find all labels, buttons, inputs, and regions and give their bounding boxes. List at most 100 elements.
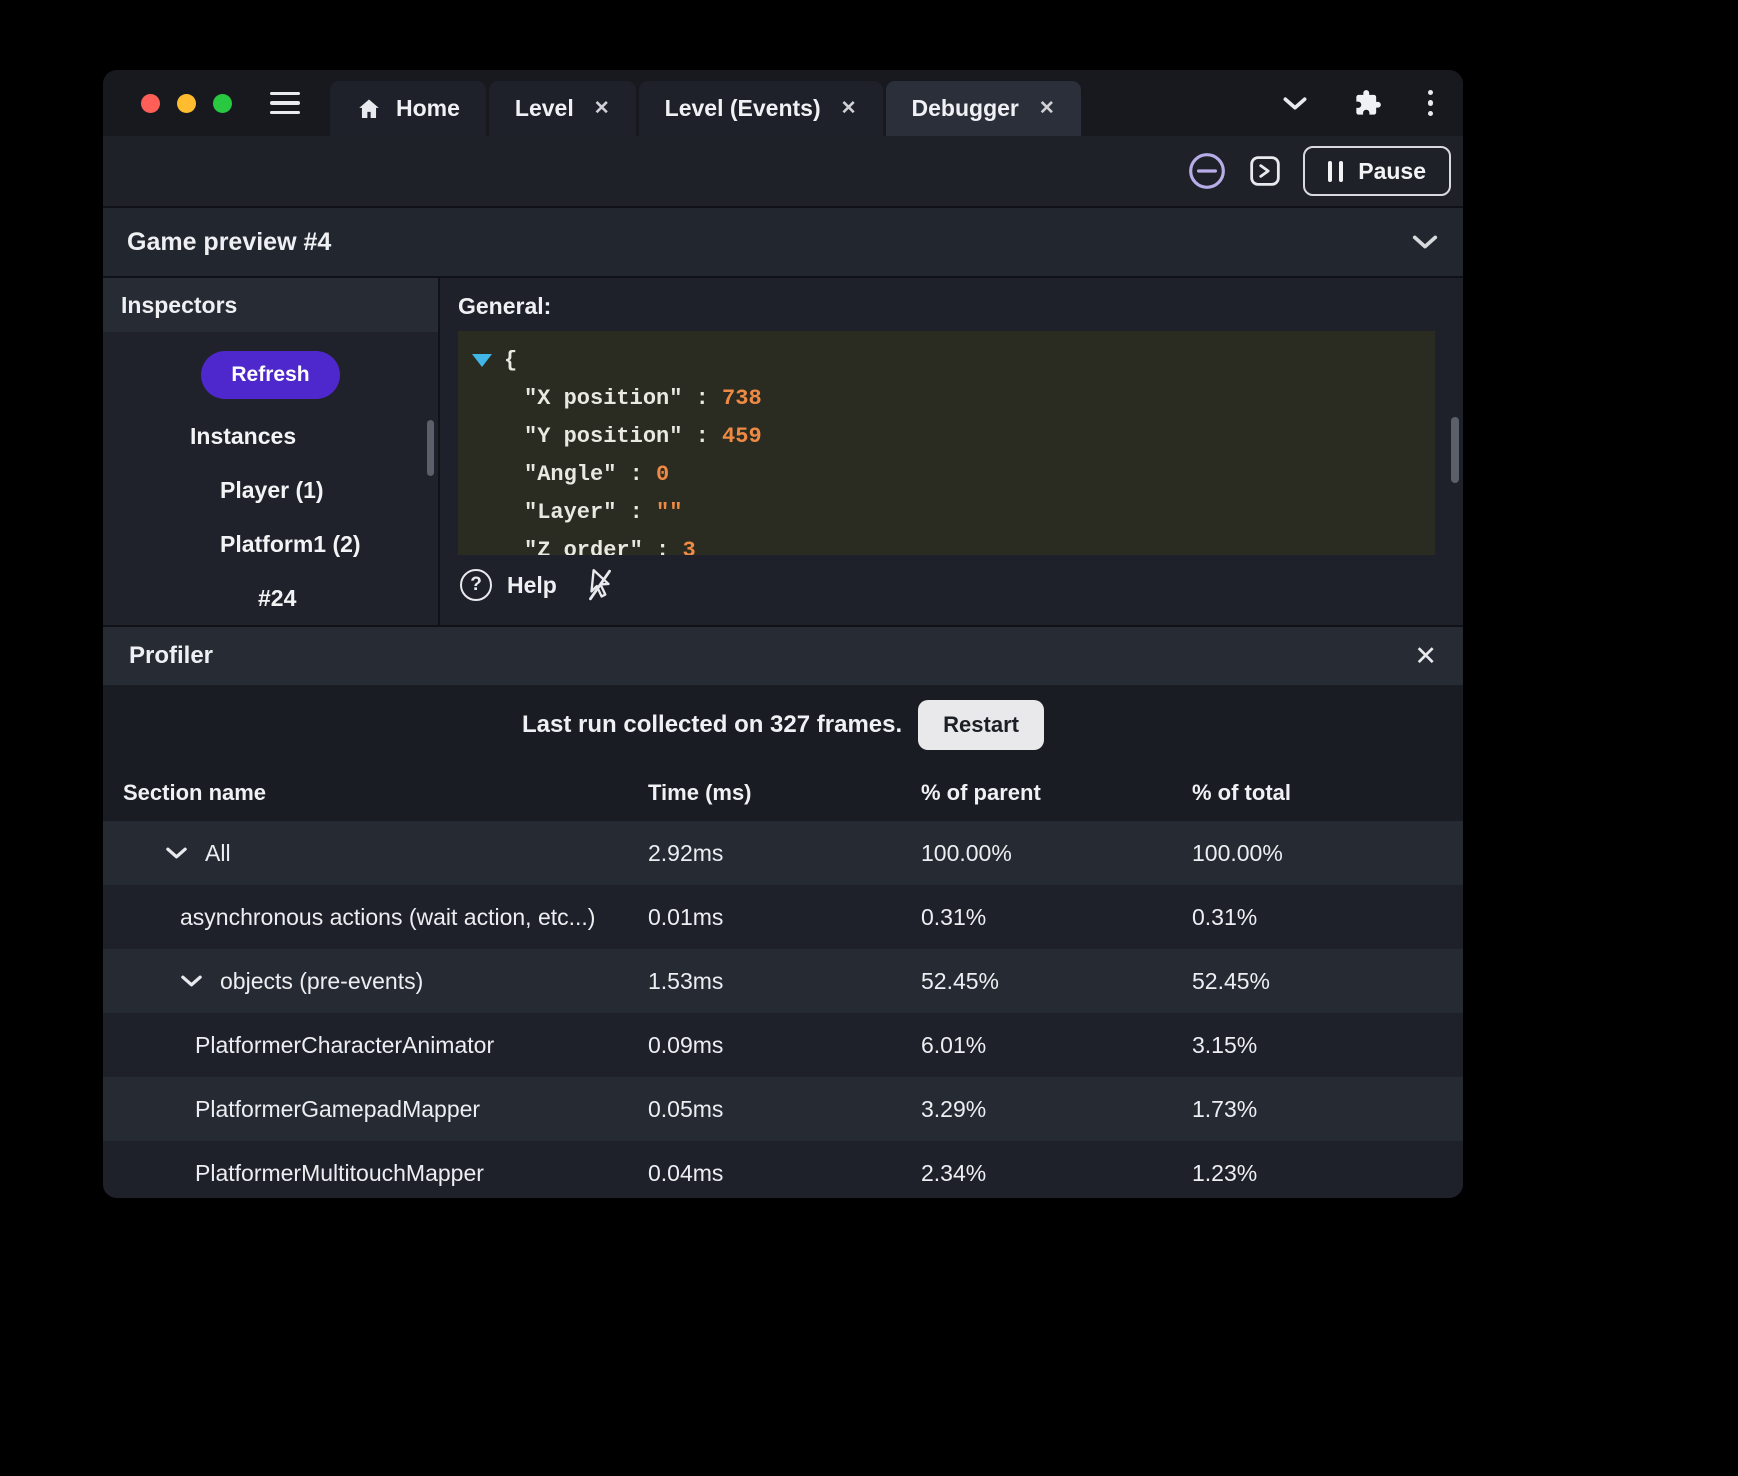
tab-label: Level (Events) <box>665 95 821 122</box>
profiler-status-row: Last run collected on 327 frames. Restar… <box>103 685 1463 765</box>
cursor-disabled-icon[interactable] <box>585 568 615 602</box>
profiler-status-text: Last run collected on 327 frames. <box>522 711 902 739</box>
section-time: 0.09ms <box>648 1032 921 1059</box>
column-percent-total: % of total <box>1192 780 1463 806</box>
json-line: "Layer" : "" <box>472 493 1421 531</box>
help-label[interactable]: Help <box>507 572 557 599</box>
profiler-row-async: asynchronous actions (wait action, etc..… <box>103 885 1463 949</box>
section-name: PlatformerGamepadMapper <box>195 1096 480 1123</box>
refresh-button[interactable]: Refresh <box>201 351 339 399</box>
json-separator: : <box>682 386 722 411</box>
section-name: objects (pre-events) <box>220 968 423 995</box>
debugger-window: Home Level ✕ Level (Events) ✕ Debugger ✕ <box>103 70 1463 1198</box>
traffic-lights <box>103 70 232 136</box>
chevron-down-icon[interactable] <box>1411 234 1439 250</box>
close-window-button[interactable] <box>141 94 160 113</box>
title-bar: Home Level ✕ Level (Events) ✕ Debugger ✕ <box>103 70 1463 136</box>
section-time: 0.01ms <box>648 904 921 931</box>
profiler-table-header: Section name Time (ms) % of parent % of … <box>103 765 1463 821</box>
general-panel: General: { "X position" : 738 "Y positio… <box>440 278 1463 625</box>
tab-label: Debugger <box>912 95 1019 122</box>
section-time: 2.92ms <box>648 840 921 867</box>
close-tab-icon[interactable]: ✕ <box>841 97 857 120</box>
circled-pause-icon[interactable] <box>1187 151 1227 191</box>
section-percent-parent: 2.34% <box>921 1160 1192 1187</box>
profiler-row-all[interactable]: All 2.92ms 100.00% 100.00% <box>103 821 1463 885</box>
scrollbar-thumb[interactable] <box>1451 417 1459 483</box>
menu-icon[interactable] <box>270 92 300 115</box>
game-preview-title: Game preview #4 <box>127 228 331 257</box>
chevron-down-icon[interactable] <box>180 974 203 988</box>
tab-level-events[interactable]: Level (Events) ✕ <box>639 81 883 136</box>
close-tab-icon[interactable]: ✕ <box>594 97 610 120</box>
json-value: "" <box>656 500 682 525</box>
profiler-row-multitouch-mapper: PlatformerMultitouchMapper 0.04ms 2.34% … <box>103 1141 1463 1198</box>
open-brace: { <box>504 348 517 373</box>
minimize-window-button[interactable] <box>177 94 196 113</box>
collapse-triangle-icon[interactable] <box>472 354 492 367</box>
section-percent-total: 52.45% <box>1192 968 1463 995</box>
section-name: asynchronous actions (wait action, etc..… <box>180 904 595 931</box>
json-key: "Z order" <box>524 538 643 556</box>
json-key: "Layer" <box>524 500 616 525</box>
section-name: PlatformerCharacterAnimator <box>195 1032 494 1059</box>
json-key: "Y position" <box>524 424 682 449</box>
section-name: PlatformerMultitouchMapper <box>195 1160 484 1187</box>
chevron-down-icon[interactable] <box>1282 96 1308 111</box>
json-separator: : <box>682 424 722 449</box>
json-line: "Angle" : 0 <box>472 455 1421 493</box>
tree-item-instances[interactable]: Instances <box>103 409 438 463</box>
tree-item-platform1[interactable]: Platform1 (2) <box>103 517 438 571</box>
inspectors-header: Inspectors <box>103 278 438 332</box>
pause-button[interactable]: Pause <box>1303 146 1451 196</box>
section-percent-total: 0.31% <box>1192 904 1463 931</box>
tab-label: Home <box>396 95 460 122</box>
json-line: "Z order" : 3 <box>472 531 1421 555</box>
properties-json-view: { "X position" : 738 "Y position" : 459 … <box>458 331 1435 555</box>
console-icon[interactable] <box>1249 155 1281 187</box>
profiler-title: Profiler <box>129 642 213 670</box>
scrollbar-thumb[interactable] <box>427 420 434 476</box>
profiler-panel: Last run collected on 327 frames. Restar… <box>103 685 1463 1198</box>
more-options-icon[interactable] <box>1428 90 1434 117</box>
close-tab-icon[interactable]: ✕ <box>1039 97 1055 120</box>
pause-icon <box>1328 161 1343 182</box>
profiler-row-objects-pre-events[interactable]: objects (pre-events) 1.53ms 52.45% 52.45… <box>103 949 1463 1013</box>
section-percent-total: 1.73% <box>1192 1096 1463 1123</box>
inspectors-panel: Inspectors Refresh Instances Player (1) … <box>103 278 440 625</box>
zoom-window-button[interactable] <box>213 94 232 113</box>
tree-item-instance-24[interactable]: #24 <box>103 571 438 625</box>
tab-level[interactable]: Level ✕ <box>489 81 636 136</box>
tree-item-player[interactable]: Player (1) <box>103 463 438 517</box>
section-percent-total: 100.00% <box>1192 840 1463 867</box>
chevron-down-icon[interactable] <box>165 846 188 860</box>
restart-button[interactable]: Restart <box>918 700 1044 750</box>
close-profiler-icon[interactable]: ✕ <box>1414 643 1437 670</box>
debugger-toolbar: Pause <box>103 136 1463 206</box>
json-separator: : <box>643 538 683 556</box>
json-separator: : <box>616 462 656 487</box>
column-section-name: Section name <box>103 780 648 806</box>
section-name: All <box>205 840 231 867</box>
section-percent-total: 1.23% <box>1192 1160 1463 1187</box>
general-footer: ? Help <box>460 568 1463 602</box>
section-time: 0.04ms <box>648 1160 921 1187</box>
column-percent-parent: % of parent <box>921 780 1192 806</box>
json-value: 459 <box>722 424 762 449</box>
titlebar-actions <box>1282 70 1464 136</box>
inspectors-tree: Refresh Instances Player (1) Platform1 (… <box>103 332 438 625</box>
general-title: General: <box>458 293 1463 320</box>
tab-home[interactable]: Home <box>330 81 486 136</box>
extensions-puzzle-icon[interactable] <box>1354 89 1382 117</box>
tab-label: Level <box>515 95 574 122</box>
json-separator: : <box>616 500 656 525</box>
tab-debugger[interactable]: Debugger ✕ <box>886 81 1081 136</box>
profiler-header: Profiler ✕ <box>103 625 1463 685</box>
column-time: Time (ms) <box>648 780 921 806</box>
section-time: 0.05ms <box>648 1096 921 1123</box>
profiler-row-character-animator: PlatformerCharacterAnimator 0.09ms 6.01%… <box>103 1013 1463 1077</box>
help-icon[interactable]: ? <box>460 569 492 601</box>
json-value: 0 <box>656 462 669 487</box>
json-key: "Angle" <box>524 462 616 487</box>
game-preview-header[interactable]: Game preview #4 <box>103 206 1463 278</box>
